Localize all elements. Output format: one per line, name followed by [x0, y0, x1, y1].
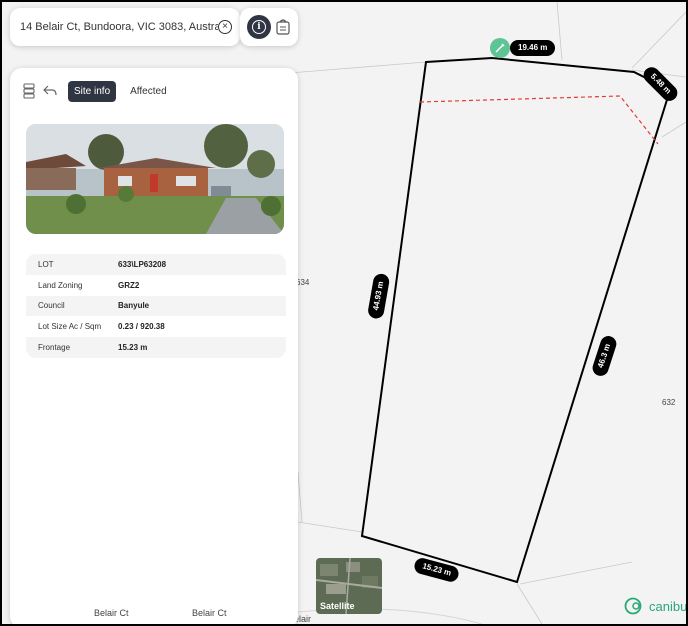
street-label: Belair Ct — [192, 608, 227, 618]
row-value: Banyule — [118, 301, 150, 311]
property-info-table: LOT 633\LP63208 Land Zoning GRZ2 Council… — [26, 254, 286, 358]
satellite-label: Satellite — [320, 601, 355, 611]
app-frame: 19.46 m 5.48 m 44.93 m 46.3 m 15.23 m 63… — [2, 2, 686, 624]
row-key: Land Zoning — [38, 280, 83, 290]
basket-icon[interactable] — [275, 18, 291, 36]
satellite-toggle[interactable]: Satellite — [316, 558, 382, 614]
back-arrow-icon[interactable] — [42, 83, 58, 99]
address-search-input[interactable]: 14 Belair Ct, Bundoora, VIC 3083, Austra… — [20, 21, 218, 33]
logo-text: canibu — [649, 598, 686, 614]
map-tool-group: i — [240, 8, 298, 46]
row-key: Frontage — [38, 343, 71, 353]
street-label: Belair Ct — [94, 608, 129, 618]
table-row: Frontage 15.23 m — [26, 337, 286, 358]
row-value: 0.23 / 920.38 — [118, 322, 165, 332]
lot-label-632: 632 — [662, 398, 676, 407]
row-value: GRZ2 — [118, 280, 140, 290]
table-row: Council Banyule — [26, 296, 286, 317]
row-key: Council — [38, 301, 65, 311]
info-button[interactable]: i — [247, 15, 271, 39]
table-row: LOT 633\LP63208 — [26, 254, 286, 275]
table-row: Lot Size Ac / Sqm 0.23 / 920.38 — [26, 316, 286, 338]
site-info-panel: Site info Affected LOT 633\LP63208 Land … — [10, 68, 298, 624]
tab-site-info[interactable]: Site info — [68, 80, 117, 102]
canibu-logo-icon — [624, 597, 642, 615]
row-key: LOT — [38, 259, 54, 269]
measure-pin-icon[interactable] — [490, 38, 510, 58]
address-search-bar[interactable]: 14 Belair Ct, Bundoora, VIC 3083, Austra… — [10, 8, 240, 46]
panel-tabbar: Site info Affected — [22, 80, 173, 102]
app-logo: canibu — [624, 596, 686, 616]
layers-icon[interactable] — [22, 83, 36, 99]
info-icon: i — [252, 20, 266, 34]
row-value: 633\LP63208 — [118, 259, 167, 269]
lot-label-634: 634 — [296, 278, 310, 287]
property-street-photo — [26, 124, 284, 234]
table-row: Land Zoning GRZ2 — [26, 274, 286, 296]
row-value: 15.23 m — [118, 343, 148, 353]
row-key: Lot Size Ac / Sqm — [38, 322, 102, 332]
tab-affected[interactable]: Affected — [124, 81, 173, 102]
close-circle-icon[interactable]: × — [218, 20, 232, 34]
dimension-label-top: 19.46 m — [510, 40, 556, 56]
